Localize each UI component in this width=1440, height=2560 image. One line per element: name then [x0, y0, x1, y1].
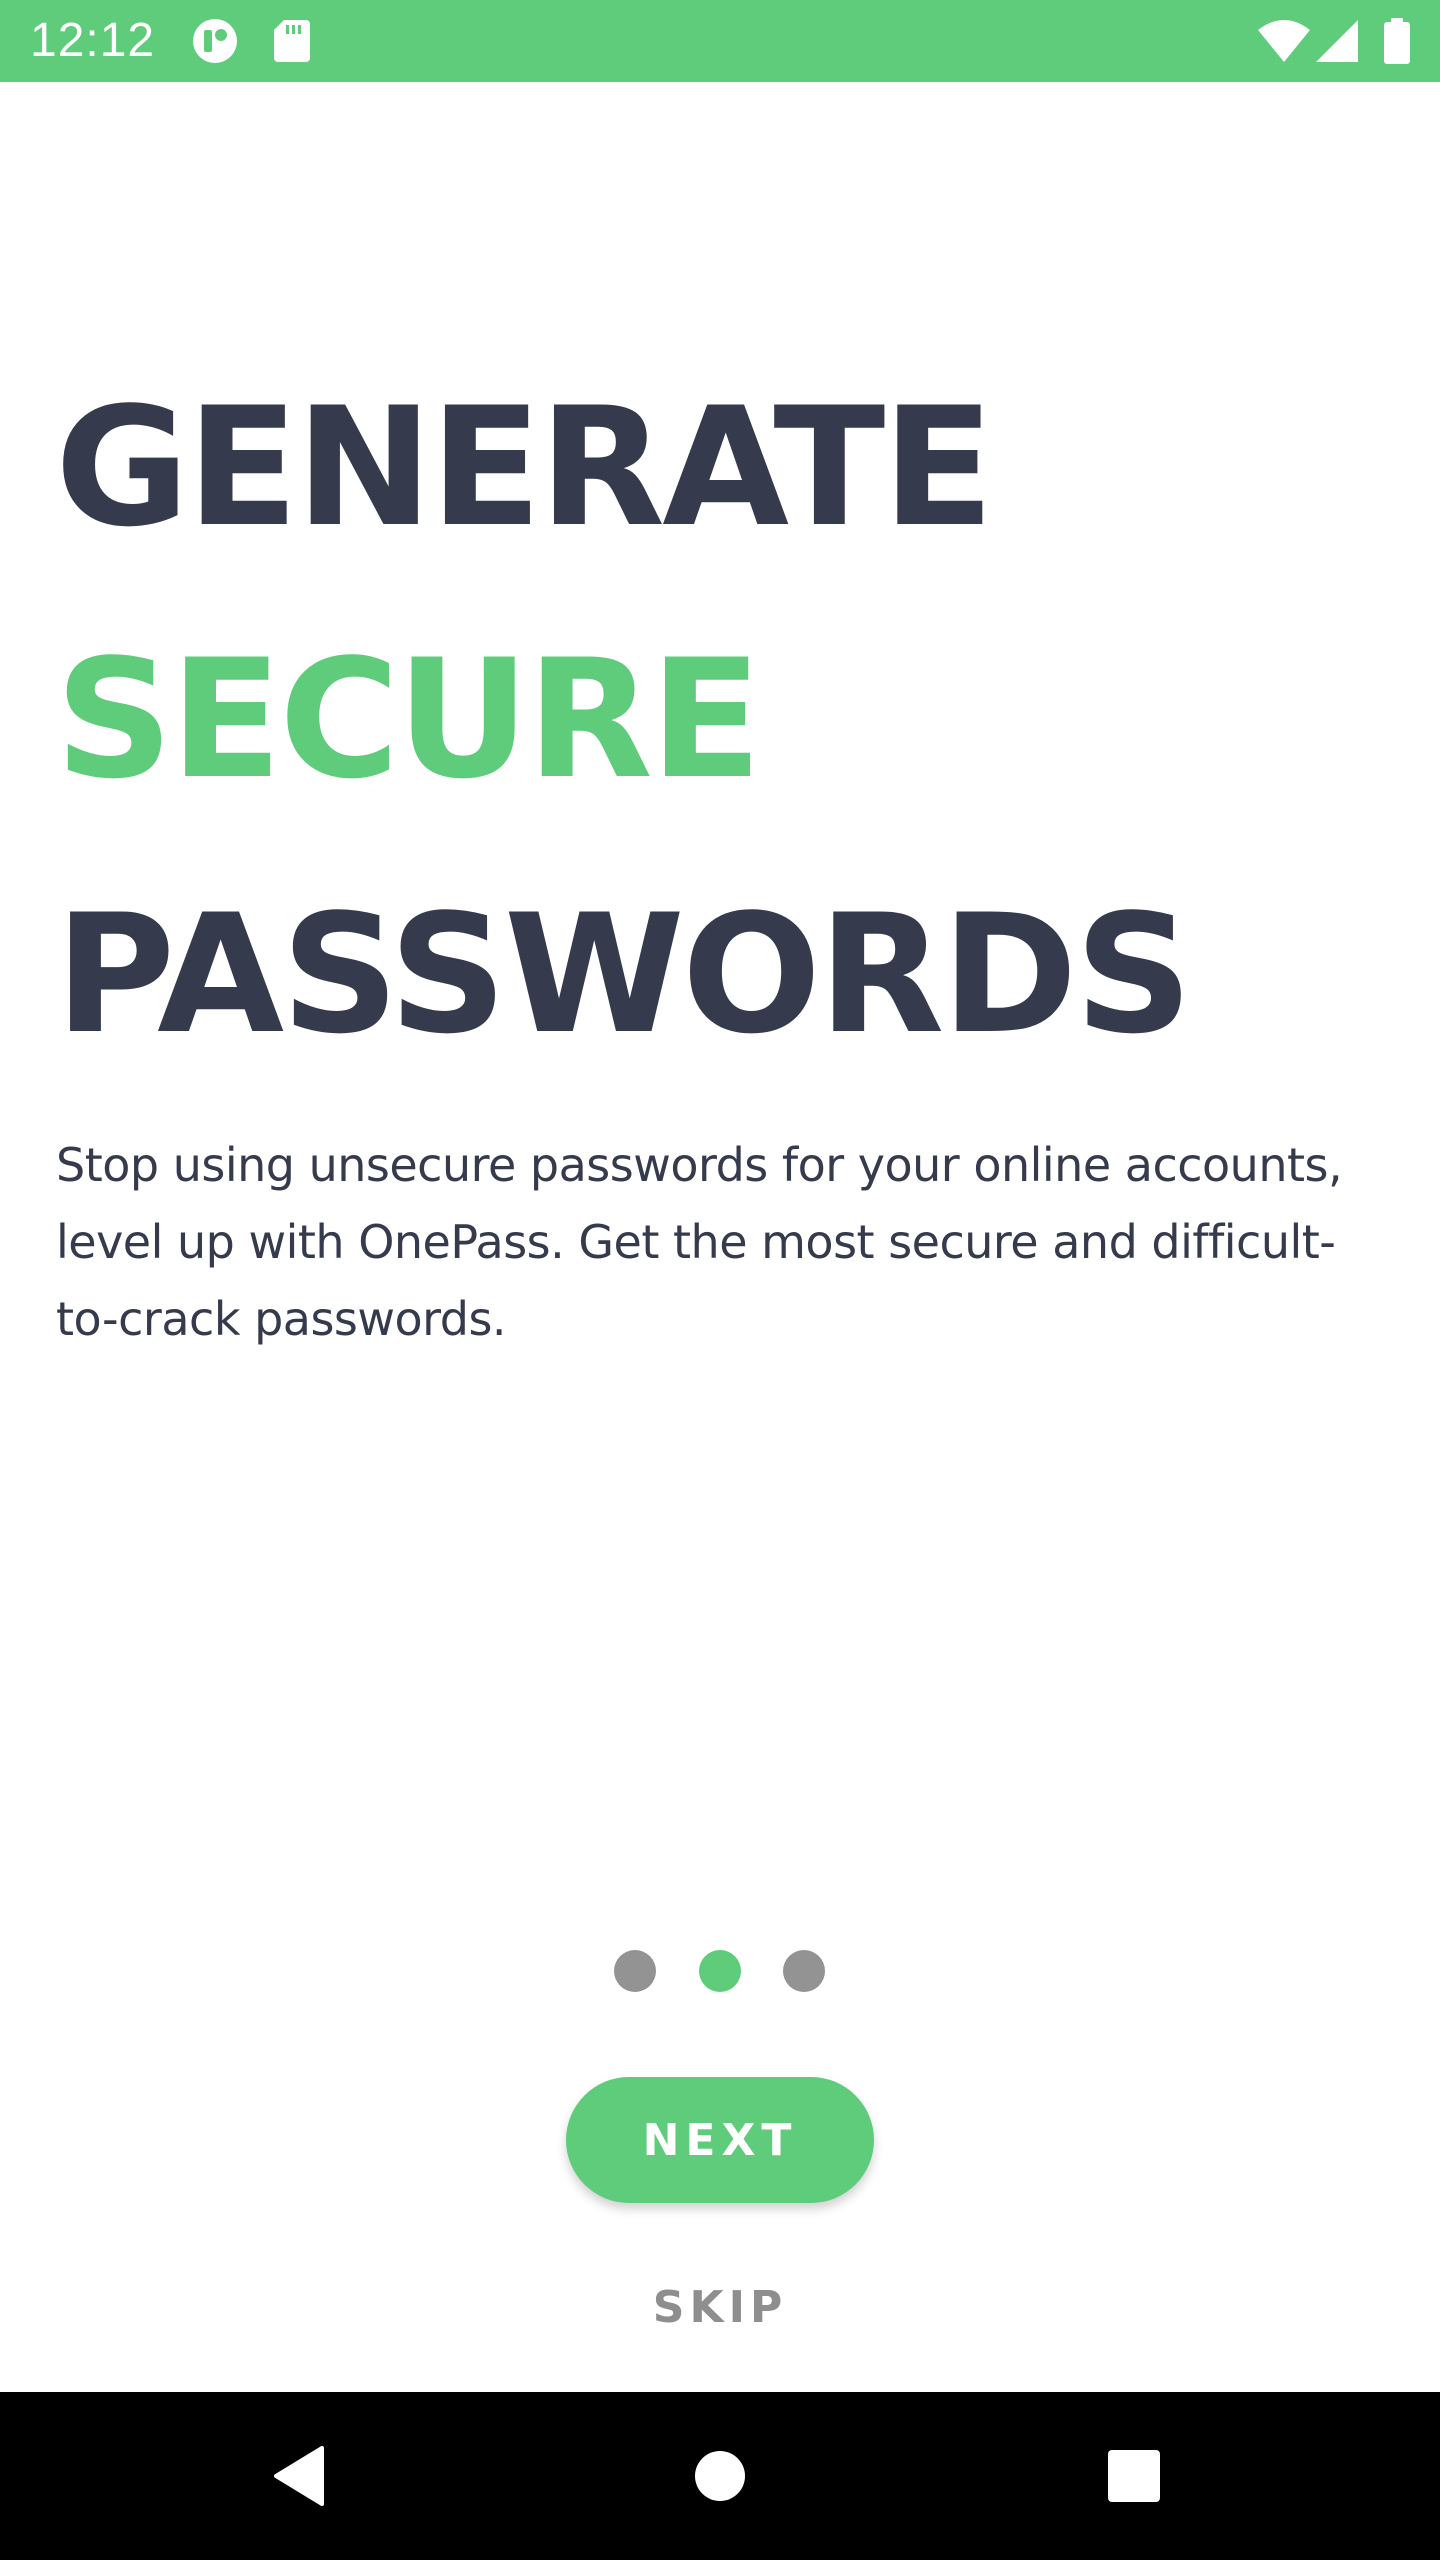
onboarding-screen: 12:12 GENERATE SECURE PASSWORDS Stop usi… — [0, 0, 1440, 2560]
battery-icon — [1384, 18, 1410, 64]
app-notification-icon — [193, 19, 237, 63]
page-dot-1[interactable] — [614, 1950, 656, 1992]
home-icon — [695, 2451, 745, 2501]
page-dot-3[interactable] — [783, 1950, 825, 1992]
back-button[interactable] — [250, 2426, 350, 2526]
headline-line-secure: SECURE — [55, 624, 762, 815]
wifi-icon — [1258, 20, 1310, 62]
sd-card-icon — [274, 20, 310, 62]
skip-button[interactable]: SKIP — [620, 2270, 820, 2344]
status-bar: 12:12 — [0, 0, 1440, 82]
page-dot-2-active[interactable] — [699, 1950, 741, 1992]
recents-button[interactable] — [1084, 2426, 1184, 2526]
onboarding-description: Stop using unsecure passwords for your o… — [56, 1138, 1343, 1346]
page-indicator — [0, 1950, 1440, 1994]
home-button[interactable] — [670, 2426, 770, 2526]
recents-icon — [1108, 2450, 1160, 2502]
headline-line-generate: GENERATE — [55, 372, 994, 563]
next-button[interactable]: NEXT — [566, 2077, 874, 2203]
navigation-bar — [0, 2392, 1440, 2560]
headline-line-passwords: PASSWORDS — [55, 879, 1193, 1070]
status-time: 12:12 — [30, 14, 156, 67]
back-icon — [274, 2446, 324, 2506]
cellular-signal-icon — [1316, 20, 1358, 62]
